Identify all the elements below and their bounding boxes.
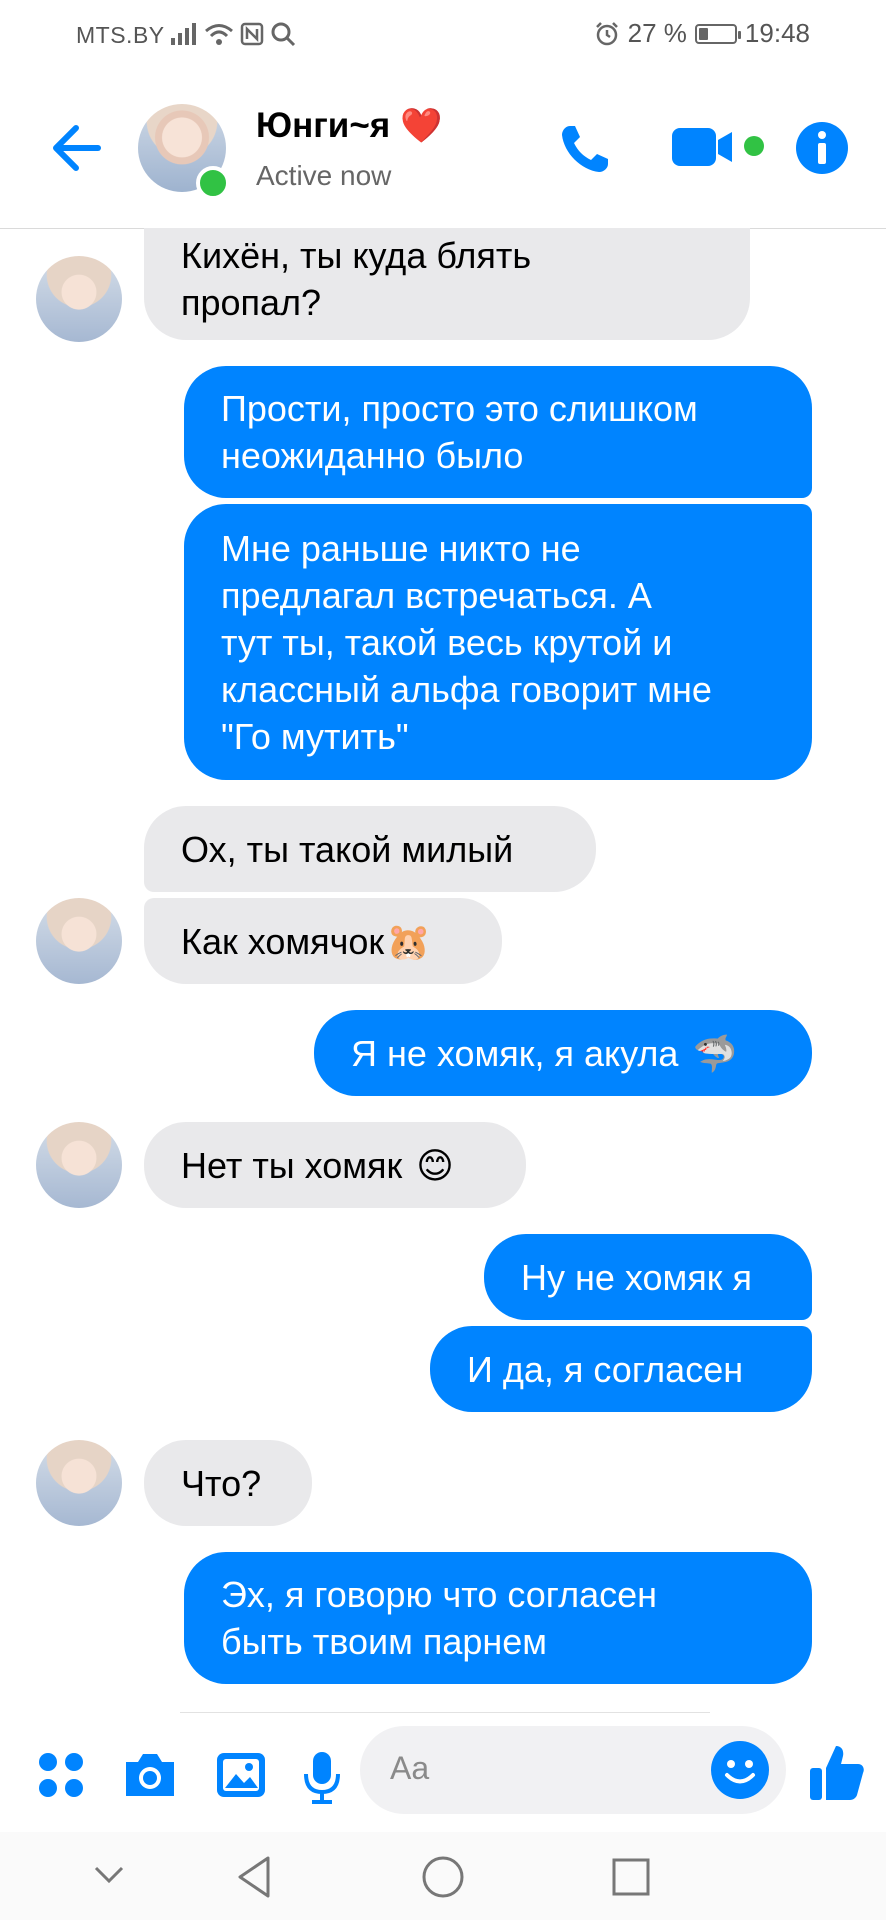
microphone-icon[interactable]	[302, 1750, 342, 1804]
message-line: И да, я согласен	[467, 1348, 744, 1390]
conversation-header: Юнги~я ❤️ Active now	[0, 70, 886, 229]
hamster-emoji: 🐹	[386, 920, 431, 962]
message-line: Что?	[181, 1462, 262, 1504]
message-avatar[interactable]	[36, 1440, 122, 1526]
composer-divider	[180, 1712, 710, 1713]
shark-emoji: 🦈	[692, 1032, 738, 1074]
input-placeholder: Aa	[390, 1750, 430, 1786]
alarm-icon	[595, 21, 618, 45]
message-avatar[interactable]	[36, 898, 122, 984]
nav-home-icon[interactable]	[420, 1854, 466, 1900]
message-bubble-outgoing[interactable]: Ну не хомяк я	[484, 1234, 812, 1320]
info-icon[interactable]	[794, 120, 850, 176]
message-bubble-incoming[interactable]: Ох, ты такой милый	[144, 806, 596, 892]
phone-icon[interactable]	[556, 120, 614, 178]
message-line: тут ты, такой весь крутой и	[221, 621, 673, 663]
contact-name[interactable]: Юнги~я ❤️	[256, 106, 443, 146]
apps-grid-icon[interactable]	[36, 1750, 86, 1800]
message-bubble-incoming[interactable]: Как хомячок 🐹	[144, 898, 502, 984]
thumbs-up-icon[interactable]	[808, 1742, 866, 1802]
battery-percent: 27 %	[627, 18, 687, 48]
status-bar: MTS.BY 27 % 19:48	[0, 0, 886, 70]
message-bubble-outgoing[interactable]: И да, я согласен	[430, 1326, 812, 1412]
nav-recents-icon[interactable]	[610, 1856, 652, 1898]
carrier-label: MTS.BY	[76, 22, 165, 48]
video-camera-icon[interactable]	[670, 124, 766, 172]
smiling-emoji: 😊	[416, 1144, 454, 1186]
signal-icon	[171, 23, 196, 45]
message-line: Кихён, ты куда блять	[181, 235, 532, 276]
message-bubble-outgoing[interactable]: Прости, просто это слишком неожиданно бы…	[184, 366, 812, 498]
message-line: быть твоим парнем	[221, 1621, 548, 1662]
message-text: Как хомячок	[181, 920, 385, 962]
search-icon	[271, 22, 296, 47]
back-arrow-icon[interactable]	[46, 118, 106, 178]
message-line: пропал?	[181, 282, 322, 323]
heart-emoji: ❤️	[400, 107, 443, 145]
message-bubble-incoming[interactable]: Что?	[144, 1440, 312, 1526]
camera-icon[interactable]	[122, 1750, 178, 1800]
gallery-icon[interactable]	[214, 1750, 268, 1800]
message-line: предлагал встречаться. А	[221, 574, 652, 616]
composer-bar: Aa	[0, 1706, 886, 1832]
system-navigation-bar	[0, 1832, 886, 1920]
presence-status: Active now	[256, 160, 392, 191]
message-bubble-outgoing[interactable]: Я не хомяк, я акула 🦈	[314, 1010, 812, 1096]
message-avatar[interactable]	[36, 1122, 122, 1208]
status-icons	[170, 18, 296, 50]
nfc-icon	[240, 22, 264, 46]
message-bubble-incoming[interactable]: Кихён, ты куда блять пропал?	[144, 228, 750, 340]
message-line: неожиданно было	[221, 435, 524, 476]
status-right: 27 % 19:48	[594, 18, 810, 49]
message-list[interactable]: Кихён, ты куда блять пропал? Прости, про…	[0, 228, 886, 1706]
contact-name-text: Юнги~я	[256, 106, 391, 145]
message-text: Нет ты хомяк	[181, 1144, 403, 1186]
message-line: классный альфа говорит мне	[221, 668, 712, 710]
emoji-icon[interactable]	[710, 1740, 770, 1800]
clock: 19:48	[744, 18, 810, 48]
message-bubble-incoming[interactable]: Нет ты хомяк 😊	[144, 1122, 526, 1208]
message-line: Прости, просто это слишком	[221, 388, 698, 429]
message-input[interactable]: Aa	[360, 1726, 786, 1814]
message-bubble-outgoing[interactable]: Эх, я говорю что согласен быть твоим пар…	[184, 1552, 812, 1684]
message-line: Ну не хомяк я	[521, 1256, 753, 1298]
wifi-icon	[205, 24, 233, 45]
online-indicator	[196, 166, 230, 200]
battery-icon	[694, 23, 741, 44]
message-line: Эх, я говорю что согласен	[221, 1574, 658, 1615]
message-avatar[interactable]	[36, 256, 122, 342]
message-line: Ох, ты такой милый	[181, 828, 514, 870]
nav-back-icon[interactable]	[234, 1854, 274, 1900]
message-line: Мне раньше никто не	[221, 527, 581, 569]
message-line: "Го мутить"	[221, 715, 409, 757]
message-text: Я не хомяк, я акула	[351, 1032, 679, 1074]
message-bubble-outgoing[interactable]: Мне раньше никто не предлагал встречатьс…	[184, 504, 812, 780]
nav-collapse-icon[interactable]	[92, 1862, 126, 1888]
